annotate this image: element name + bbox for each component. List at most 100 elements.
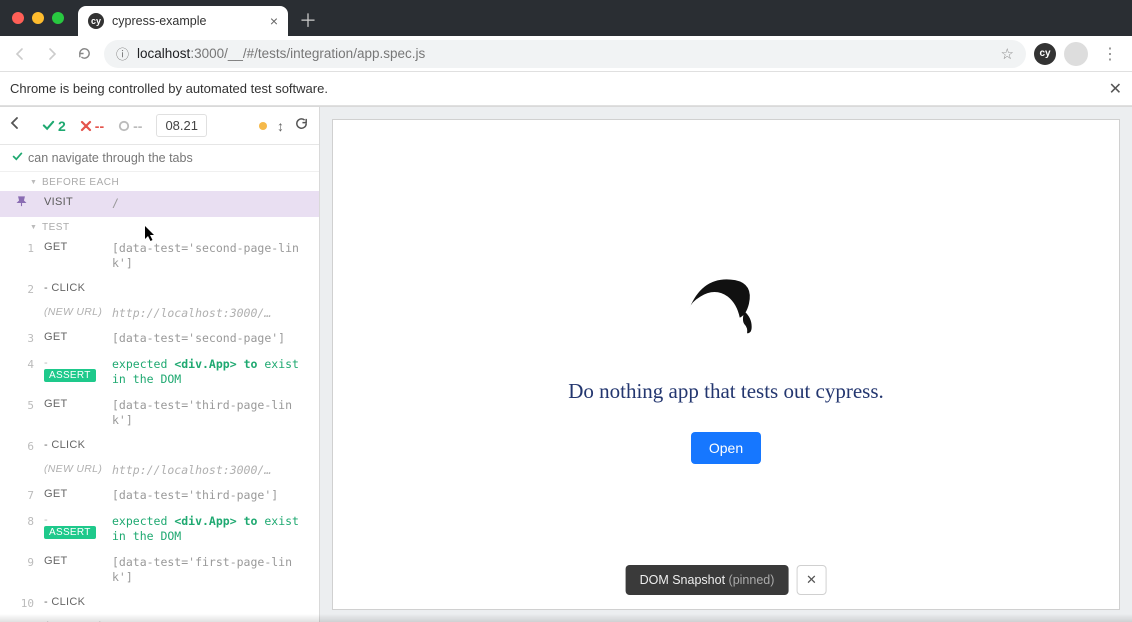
command-message: [data-test='first-page-link']: [112, 555, 311, 586]
command-verb: GET: [44, 488, 102, 500]
reporter-back-button[interactable]: [6, 116, 24, 135]
viewport-toggle-icon[interactable]: ↕: [277, 118, 284, 134]
pin-icon: [8, 196, 34, 210]
pending-count: --: [118, 118, 142, 134]
command-row[interactable]: (NEW URL) http://localhost:3000/…: [0, 458, 319, 484]
browser-tab[interactable]: cy cypress-example ×: [78, 6, 288, 36]
snapshot-label-text: DOM Snapshot: [640, 573, 725, 587]
bookmark-star-icon[interactable]: ☆: [1001, 45, 1014, 63]
tab-title: cypress-example: [112, 14, 262, 28]
command-message: [data-test='second-page']: [112, 331, 311, 347]
window-controls: [8, 0, 72, 36]
command-message: [data-test='third-page']: [112, 488, 311, 504]
snapshot-state-text: (pinned): [729, 573, 775, 587]
command-verb: (NEW URL): [44, 463, 102, 475]
pending-number: --: [133, 118, 142, 134]
browser-menu-button[interactable]: ⋮: [1096, 44, 1124, 64]
command-row[interactable]: 8- ASSERTexpected <div.App> to exist in …: [0, 509, 319, 550]
command-row[interactable]: 3GET[data-test='second-page']: [0, 326, 319, 352]
command-message: expected <div.App> to exist in the DOM: [112, 514, 311, 545]
command-number: 8: [8, 514, 34, 528]
cypress-extension-icon[interactable]: cy: [1034, 43, 1056, 65]
command-row[interactable]: 1GET[data-test='second-page-link']: [0, 236, 319, 277]
command-number: 10: [8, 596, 34, 610]
command-verb: - CLICK: [44, 596, 102, 608]
x-icon: [80, 120, 92, 132]
command-number: [8, 620, 34, 621]
status-dot-icon: [259, 122, 267, 130]
command-number: 4: [8, 357, 34, 371]
command-verb: VISIT: [44, 196, 102, 208]
command-row[interactable]: 4 - ASSERT expected <div.App> to exist in …: [0, 352, 319, 393]
url-path: /__/#/tests/integration/app.spec.js: [224, 46, 425, 61]
command-number: [8, 306, 34, 307]
cypress-reporter-panel: 2 -- -- 08.21 ↕: [0, 107, 320, 622]
window-minimize-button[interactable]: [32, 12, 44, 24]
command-message: /: [112, 196, 311, 212]
app-logo: [671, 266, 781, 351]
browser-toolbar: ⓘ localhost:3000/__/#/tests/integration/…: [0, 36, 1132, 72]
command-row[interactable]: 7 GET [data-test='third-page']: [0, 483, 319, 509]
address-bar[interactable]: ⓘ localhost:3000/__/#/tests/integration/…: [104, 40, 1026, 68]
failed-count: --: [80, 118, 104, 134]
cypress-header: 2 -- -- 08.21 ↕: [0, 107, 319, 145]
window-zoom-button[interactable]: [52, 12, 64, 24]
tab-close-icon[interactable]: ×: [270, 13, 278, 29]
command-verb: GET: [44, 555, 102, 567]
circle-icon: [118, 120, 130, 132]
command-message: http://localhost:3000/…: [112, 463, 311, 479]
snapshot-unpin-button[interactable]: ✕: [796, 565, 826, 595]
command-verb: GET: [44, 398, 102, 410]
command-number: 7: [8, 488, 34, 502]
app-tagline: Do nothing app that tests out cypress.: [568, 379, 884, 404]
command-message: http://localhost:3000/…: [112, 306, 311, 322]
command-number: 9: [8, 555, 34, 569]
command-verb: - ASSERT: [44, 357, 102, 381]
open-button[interactable]: Open: [691, 432, 761, 464]
command-row[interactable]: 10 - CLICK: [0, 591, 319, 615]
command-row[interactable]: (NEW URL) http://localhost:3000/…: [0, 301, 319, 327]
passed-number: 2: [58, 118, 66, 134]
command-row[interactable]: (NEW URL)http://localhost:3000/: [0, 615, 319, 622]
profile-avatar-icon[interactable]: [1064, 42, 1088, 66]
nav-back-button[interactable]: [8, 42, 32, 66]
command-row[interactable]: 9 GET [data-test='first-page-link']: [0, 550, 319, 591]
browser-window: cy cypress-example × ＋ ⓘ localhost:3000/…: [0, 0, 1132, 622]
passed-count: 2: [42, 118, 66, 134]
command-verb: (NEW URL): [44, 306, 102, 318]
command-number: 5: [8, 398, 34, 412]
tab-favicon: cy: [88, 13, 104, 29]
command-row[interactable]: 6- CLICK: [0, 434, 319, 458]
check-icon: [12, 151, 23, 165]
nav-reload-button[interactable]: [72, 42, 96, 66]
command-row-visit[interactable]: VISIT /: [0, 191, 319, 217]
command-verb: GET: [44, 331, 102, 343]
command-row[interactable]: 2- CLICK: [0, 277, 319, 301]
command-message: [data-test='second-page-link']: [112, 241, 311, 272]
aut-iframe[interactable]: Do nothing app that tests out cypress. O…: [332, 119, 1120, 610]
command-message: expected <div.App> to exist in the DOM: [112, 357, 311, 388]
rerun-button[interactable]: [294, 116, 309, 135]
test-title-row[interactable]: can navigate through the tabs: [0, 145, 319, 172]
automation-message: Chrome is being controlled by automated …: [10, 81, 328, 96]
site-info-icon[interactable]: ⓘ: [116, 44, 129, 63]
new-tab-button[interactable]: ＋: [294, 6, 322, 34]
failed-number: --: [95, 118, 104, 134]
section-before-each: BEFORE EACH: [0, 172, 319, 191]
command-verb: - CLICK: [44, 282, 102, 294]
command-number: 1: [8, 241, 34, 255]
run-duration: 08.21: [156, 114, 207, 137]
nav-forward-button[interactable]: [40, 42, 64, 66]
command-row[interactable]: 5 GET [data-test='third-page-link']: [0, 393, 319, 434]
url-host: localhost: [137, 46, 190, 61]
test-title-text: can navigate through the tabs: [28, 151, 193, 165]
automation-banner-close-icon[interactable]: ✕: [1109, 79, 1122, 99]
snapshot-label: DOM Snapshot (pinned): [626, 565, 789, 595]
window-close-button[interactable]: [12, 12, 24, 24]
app-area: 2 -- -- 08.21 ↕: [0, 106, 1132, 622]
snapshot-controls: DOM Snapshot (pinned) ✕: [626, 565, 827, 595]
command-number: [8, 463, 34, 464]
aut-container: Do nothing app that tests out cypress. O…: [320, 107, 1132, 622]
command-log[interactable]: can navigate through the tabs BEFORE EAC…: [0, 145, 319, 622]
command-message: [data-test='third-page-link']: [112, 398, 311, 429]
